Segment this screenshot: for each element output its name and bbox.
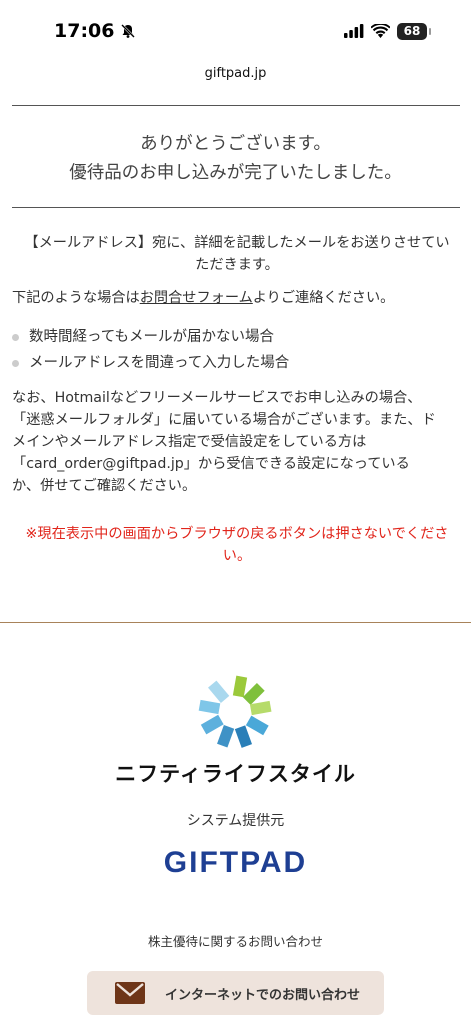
- internet-inquiry-button[interactable]: インターネットでのお問い合わせ: [87, 971, 384, 1015]
- warning-line-1: ※現在表示中の画面からブラウザの戻るボタンは押さないでくださ: [25, 526, 449, 542]
- cellular-signal-icon: [344, 24, 364, 38]
- contact-notice-suffix: よりご連絡ください。: [252, 290, 395, 306]
- bullet-text: メールアドレスを間違って入力した場合: [29, 355, 290, 371]
- status-time: 17:06: [54, 20, 136, 42]
- thanks-message: ありがとうございます。 優待品のお申し込みが完了いたしました。: [0, 130, 471, 188]
- envelope-icon: [115, 982, 145, 1004]
- system-provider-label: システム提供元: [186, 813, 285, 829]
- bell-muted-icon: [121, 24, 136, 38]
- wifi-icon: [371, 24, 390, 38]
- divider-middle: [12, 207, 460, 208]
- address-bar-url[interactable]: giftpad.jp: [0, 66, 471, 81]
- spam-notice-line: 「card_order@giftpad.jp」から受信できる設定になっている: [12, 456, 410, 472]
- nifty-lifestyle-logo-icon: [195, 672, 275, 752]
- bullet-dot-icon: [12, 359, 19, 367]
- status-bar: 17:06 68: [0, 0, 471, 62]
- spam-notice: なお、Hotmailなどフリーメールサービスでお申し込みの場合、 「迷惑メールフ…: [12, 387, 462, 497]
- contact-notice-prefix: 下記のような場合は: [12, 290, 140, 306]
- divider-top: [12, 105, 460, 106]
- email-notice-line-2: ただきます。: [195, 257, 279, 273]
- time-text: 17:06: [54, 20, 115, 42]
- bullet-list: 数時間経ってもメールが届かない場合 メールアドレスを間違って入力した場合: [12, 324, 452, 376]
- list-item: メールアドレスを間違って入力した場合: [12, 350, 452, 376]
- battery-icon: 68: [397, 22, 431, 40]
- back-button-warning: ※現在表示中の画面からブラウザの戻るボタンは押さないでくださ い。: [12, 523, 462, 567]
- bullet-dot-icon: [12, 333, 19, 341]
- inquiry-form-link[interactable]: お問合せフォーム: [140, 290, 253, 306]
- footer-divider: [0, 622, 471, 623]
- battery-level: 68: [403, 24, 421, 38]
- email-notice-line-1: 【メールアドレス】宛に、詳細を記載したメールをお送りさせてい: [24, 235, 450, 251]
- internet-inquiry-label: インターネットでのお問い合わせ: [165, 987, 361, 1003]
- spam-notice-line: 「迷惑メールフォルダ」に届いている場合がございます。また、ド: [12, 412, 436, 428]
- contact-notice: 下記のような場合はお問合せフォームよりご連絡ください。: [12, 287, 462, 309]
- status-icons: 68: [344, 22, 431, 40]
- shareholder-inquiry-label: 株主優待に関するお問い合わせ: [147, 934, 323, 949]
- giftpad-logo: GIFTPAD: [163, 846, 308, 879]
- email-notice: 【メールアドレス】宛に、詳細を記載したメールをお送りさせてい ただきます。: [12, 232, 462, 276]
- bullet-text: 数時間経ってもメールが届かない場合: [29, 329, 275, 345]
- nifty-lifestyle-brand: ニフティライフスタイル: [115, 762, 356, 786]
- warning-line-2: い。: [222, 548, 252, 564]
- thanks-line-1: ありがとうございます。: [140, 134, 331, 154]
- spam-notice-line: メインやメールアドレス指定で受信設定をしている方は: [12, 434, 367, 450]
- spam-notice-line: か、併せてご確認ください。: [12, 478, 197, 494]
- thanks-line-2: 優待品のお申し込みが完了いたしました。: [69, 163, 402, 183]
- spam-notice-line: なお、Hotmailなどフリーメールサービスでお申し込みの場合、: [12, 390, 422, 406]
- list-item: 数時間経ってもメールが届かない場合: [12, 324, 452, 350]
